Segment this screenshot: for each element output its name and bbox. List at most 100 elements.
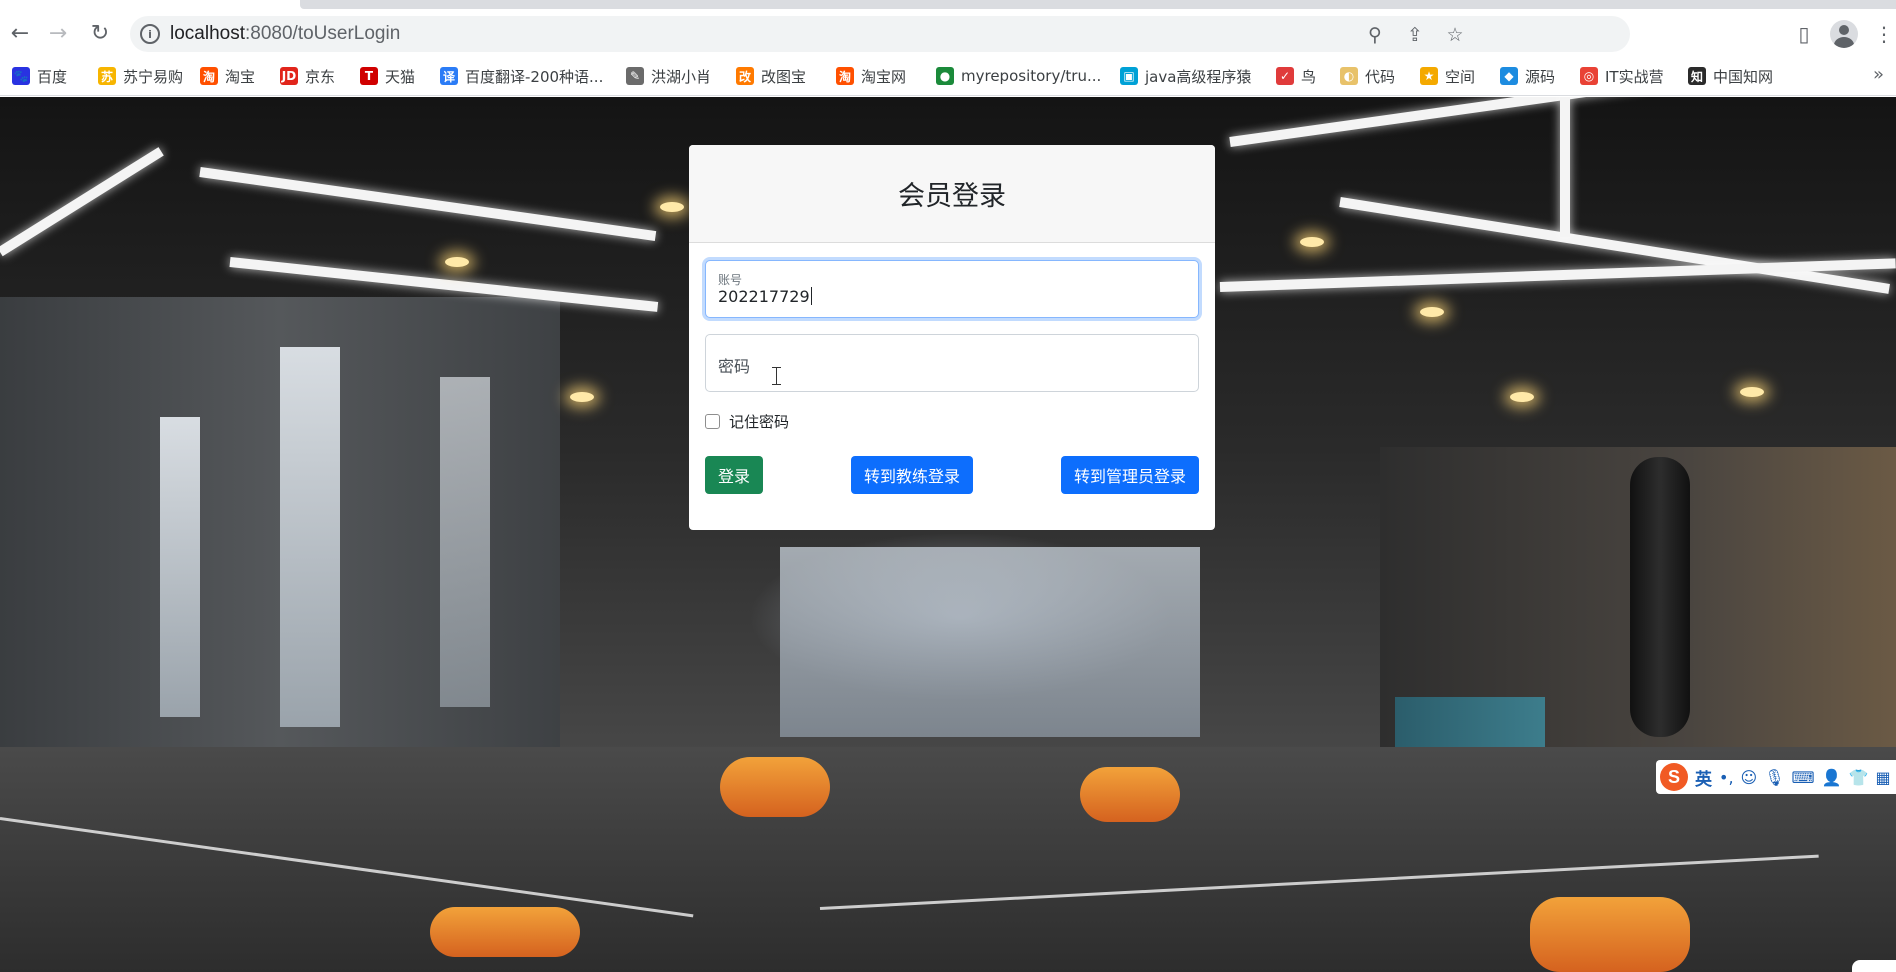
spotlight [1740, 387, 1764, 397]
bookmark-item[interactable]: 知中国知网 [1688, 65, 1773, 87]
address-bar[interactable]: i localhost:8080/toUserLogin ⚲ ⇪ ☆ [130, 16, 1630, 52]
bookmark-label: 洪湖小肖 [651, 67, 712, 86]
punctuation-icon[interactable]: •, [1719, 768, 1734, 787]
bookmark-label: 鸟 [1301, 67, 1317, 86]
bookmark-label: java高级程序猿 [1145, 67, 1252, 86]
keyboard-icon[interactable]: ⌨ [1792, 768, 1815, 787]
bookmark-favicon-icon: 改 [736, 67, 754, 85]
zoom-icon[interactable]: ⚲ [1364, 24, 1386, 46]
ime-logo-icon[interactable]: S [1660, 763, 1688, 791]
bookmark-label: 代码 [1365, 67, 1396, 86]
bookmark-item[interactable]: 淘淘宝 [200, 65, 255, 87]
spotlight [1510, 392, 1534, 402]
bench [1530, 897, 1690, 972]
back-icon[interactable]: ← [6, 20, 34, 48]
bookmark-favicon-icon: ✎ [626, 67, 644, 85]
bookmark-favicon-icon: JD [280, 67, 298, 85]
bookmark-favicon-icon: 译 [440, 67, 458, 85]
glass-wall [780, 547, 1200, 737]
reload-icon[interactable]: ↻ [86, 20, 114, 48]
account-label: 账号 [718, 273, 743, 287]
bookmark-favicon-icon: ◆ [1500, 67, 1518, 85]
bookmark-favicon-icon: ★ [1420, 67, 1438, 85]
page-title: 会员登录 [898, 181, 1006, 212]
bookmark-item[interactable]: ● myrepository/tru... [936, 65, 1101, 87]
bookmark-item[interactable]: 淘淘宝网 [836, 65, 906, 87]
bookmark-label: 百度翻译-200种语... [465, 67, 604, 86]
tab-strip [0, 0, 1896, 12]
punching-bag [1630, 457, 1690, 737]
bookmark-label: 天猫 [385, 67, 416, 86]
ime-mode-toggle[interactable]: 英 [1695, 765, 1712, 790]
bookmark-item[interactable]: ◐ 代码 [1340, 65, 1395, 87]
grid-icon[interactable]: ▦ [1875, 768, 1890, 787]
bookmark-label: 淘宝 [225, 67, 256, 86]
bookmark-item[interactable]: ★ 空间 [1420, 65, 1475, 87]
forward-icon[interactable]: → [44, 20, 72, 48]
url-text[interactable]: localhost:8080/toUserLogin [170, 23, 400, 45]
bookmark-label: myrepository/tru... [961, 67, 1102, 85]
elliptical-machine [1080, 767, 1180, 822]
profile-avatar-icon[interactable] [1830, 20, 1858, 48]
bookmark-favicon-icon: ◐ [1340, 67, 1358, 85]
bookmark-favicon-icon: 淘 [200, 67, 218, 85]
menu-kebab-icon[interactable]: ⋮ [1874, 20, 1894, 48]
bookmark-item[interactable]: ✎ 洪湖小肖 [626, 65, 711, 87]
skin-icon[interactable]: 👕 [1849, 768, 1869, 787]
site-info-icon[interactable]: i [140, 24, 160, 44]
bookmark-item[interactable]: 译百度翻译-200种语... [440, 65, 603, 87]
ime-toolbar[interactable]: S 英 •, ☺ 🎙 ⌨ 👤 👕 ▦ [1656, 760, 1896, 794]
bookmark-label: 空间 [1445, 67, 1476, 86]
microphone-icon[interactable]: 🎙 [1764, 768, 1784, 787]
ceiling-light [1560, 97, 1570, 237]
spotlight [1420, 307, 1444, 317]
emoji-icon[interactable]: ☺ [1741, 768, 1758, 787]
window-panel [280, 347, 340, 727]
bookmark-favicon-icon: 淘 [836, 67, 854, 85]
bookmark-item[interactable]: ◆ 源码 [1500, 65, 1555, 87]
bookmark-label: 京东 [305, 67, 336, 86]
account-field[interactable]: 账号 202217729 [705, 260, 1199, 318]
bookmark-item[interactable]: ✓ 鸟 [1276, 65, 1316, 87]
bookmark-label: 淘宝网 [861, 67, 907, 86]
tab-strip-bar [300, 0, 1896, 9]
remember-password[interactable]: 记住密码 [705, 411, 789, 432]
ceiling-light [1229, 97, 1647, 147]
bookmark-item[interactable]: ▣ java高级程序猿 [1120, 65, 1251, 87]
bookmark-item[interactable]: JD 京东 [280, 65, 335, 87]
bookmark-label: 苏宁易购 [123, 67, 184, 86]
login-card: 会员登录 账号 202217729 密码 记住密码 登录 转到教练登录 转到管理… [689, 145, 1215, 530]
bookmark-item[interactable]: 苏苏宁易购 [98, 65, 183, 87]
admin-login-button[interactable]: 转到管理员登录 [1061, 456, 1199, 494]
user-icon[interactable]: 👤 [1822, 768, 1842, 787]
spotlight [660, 202, 684, 212]
account-input[interactable]: 202217729 [718, 287, 812, 306]
bookmark-favicon-icon: 知 [1688, 67, 1706, 85]
bookmarks-bar: 🐾 百度苏苏宁易购淘淘宝 JD 京东 T 天猫译百度翻译-200种语... ✎ 洪湖小肖改改图… [0, 56, 1896, 96]
side-panel-icon[interactable]: ▯ [1790, 20, 1818, 48]
ceiling-light [199, 167, 657, 241]
bookmark-label: 源码 [1525, 67, 1556, 86]
bookmark-label: 百度 [37, 67, 68, 86]
elliptical-machine [720, 757, 830, 817]
bench [430, 907, 580, 957]
bookmark-item[interactable]: ◎ IT实战营 [1580, 65, 1664, 87]
window-panel [440, 377, 490, 707]
bookmark-label: 改图宝 [761, 67, 807, 86]
window-panel [160, 417, 200, 717]
share-icon[interactable]: ⇪ [1404, 24, 1426, 46]
coach-login-button[interactable]: 转到教练登录 [851, 456, 973, 494]
bookmark-label: IT实战营 [1605, 67, 1664, 86]
bookmark-item[interactable]: 改改图宝 [736, 65, 806, 87]
password-field[interactable]: 密码 [705, 334, 1199, 392]
bookmark-item[interactable]: T 天猫 [360, 65, 415, 87]
bookmark-favicon-icon: T [360, 67, 378, 85]
login-button[interactable]: 登录 [705, 456, 763, 494]
bookmarks-overflow-icon[interactable]: » [1873, 64, 1884, 85]
bookmark-star-icon[interactable]: ☆ [1444, 24, 1466, 46]
corner-overlay [1852, 960, 1896, 972]
bookmark-item[interactable]: 🐾 百度 [12, 65, 67, 87]
remember-checkbox[interactable] [705, 414, 720, 429]
spotlight [445, 257, 469, 267]
bookmark-favicon-icon: 苏 [98, 67, 116, 85]
